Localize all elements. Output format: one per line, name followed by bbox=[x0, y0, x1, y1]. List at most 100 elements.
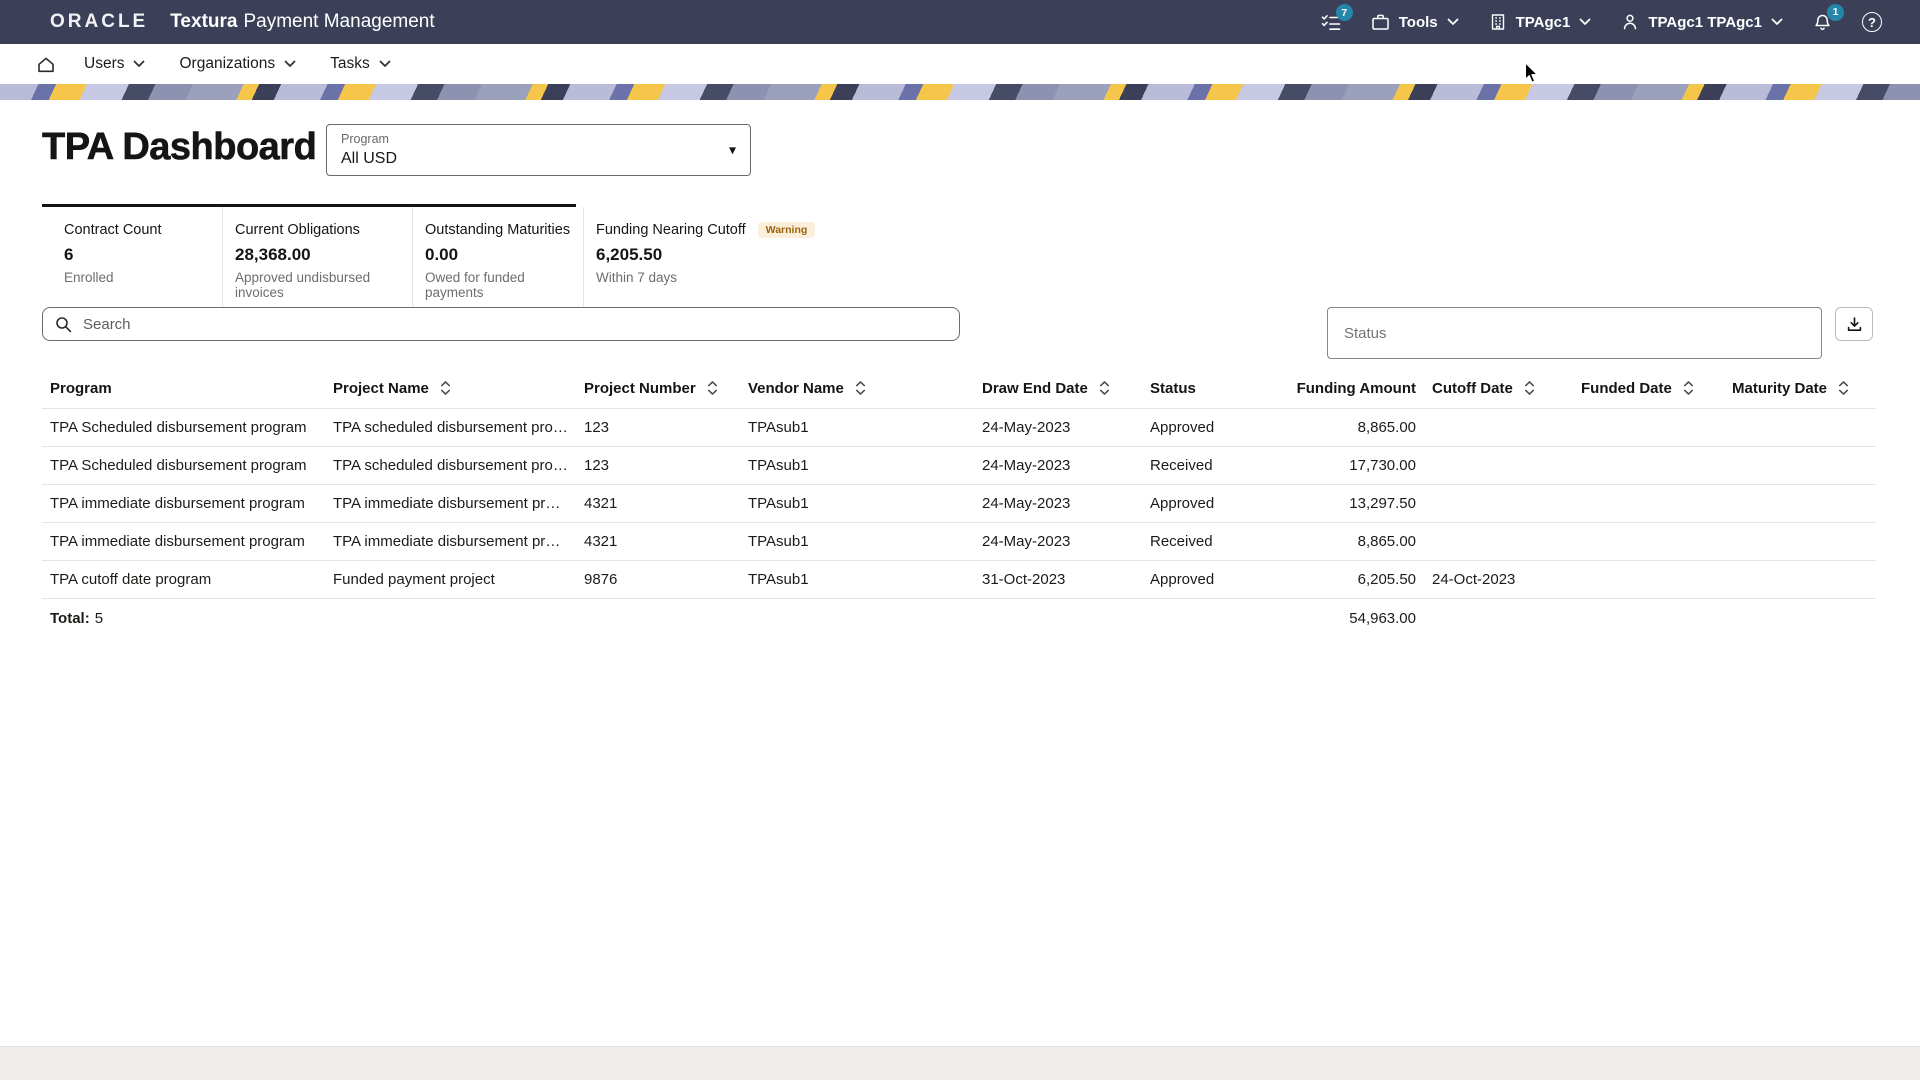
nav-item-label: Tasks bbox=[330, 55, 370, 73]
organization-menu[interactable]: TPAgc1 bbox=[1489, 13, 1592, 31]
cell-project-name: TPA immediate disbursement pro… bbox=[325, 495, 576, 512]
nav-item-users[interactable]: Users bbox=[84, 55, 145, 73]
cell-vendor-name: TPAsub1 bbox=[740, 457, 974, 474]
column-header-maturity-date[interactable]: Maturity Date bbox=[1724, 380, 1876, 397]
help-icon: ? bbox=[1862, 12, 1882, 32]
notifications-button[interactable]: 1 bbox=[1813, 13, 1832, 32]
stat-sublabel: Owed for funded payments bbox=[425, 270, 583, 300]
app-title-rest: Payment Management bbox=[243, 11, 434, 33]
user-menu[interactable]: TPAgc1 TPAgc1 bbox=[1621, 13, 1783, 31]
column-label: Project Number bbox=[584, 380, 696, 397]
stat-value: 0.00 bbox=[425, 245, 583, 265]
tasklist-button[interactable]: 7 bbox=[1321, 13, 1341, 31]
help-button[interactable]: ? bbox=[1862, 12, 1882, 32]
stats-row: Contract Count6EnrolledCurrent Obligatio… bbox=[42, 207, 883, 314]
user-label: TPAgc1 TPAgc1 bbox=[1648, 14, 1762, 31]
nav-item-tasks[interactable]: Tasks bbox=[330, 55, 391, 73]
sort-icon bbox=[707, 380, 718, 396]
tools-menu[interactable]: Tools bbox=[1371, 13, 1459, 31]
stat-sublabel: Enrolled bbox=[64, 270, 222, 285]
table-row: TPA cutoff date programFunded payment pr… bbox=[42, 560, 1876, 598]
cell-funding-amount: 8,865.00 bbox=[1290, 419, 1424, 436]
cell-project-number: 4321 bbox=[576, 533, 740, 550]
cell-project-name: TPA immediate disbursement pro… bbox=[325, 533, 576, 550]
program-select[interactable]: Program All USD ▾ bbox=[326, 124, 751, 176]
cell-status: Received bbox=[1142, 457, 1290, 474]
search-icon bbox=[55, 316, 72, 333]
cell-project-number: 4321 bbox=[576, 495, 740, 512]
table-row: TPA Scheduled disbursement programTPA sc… bbox=[42, 446, 1876, 484]
cell-status: Approved bbox=[1142, 571, 1290, 588]
column-header-cutoff-date[interactable]: Cutoff Date bbox=[1424, 380, 1573, 397]
cell-funding-amount: 13,297.50 bbox=[1290, 495, 1424, 512]
oracle-logo: ORACLE bbox=[50, 11, 148, 33]
column-label: Funded Date bbox=[1581, 380, 1672, 397]
cell-vendor-name: TPAsub1 bbox=[740, 495, 974, 512]
column-header-vendor-name[interactable]: Vendor Name bbox=[740, 380, 974, 397]
column-label: Cutoff Date bbox=[1432, 380, 1513, 397]
stat-label: Funding Nearing Cutoff bbox=[596, 222, 746, 238]
home-icon bbox=[36, 55, 56, 74]
search-box[interactable] bbox=[42, 307, 960, 341]
briefcase-icon bbox=[1371, 13, 1390, 31]
export-button[interactable] bbox=[1835, 307, 1873, 341]
column-header-project-name[interactable]: Project Name bbox=[325, 380, 576, 397]
column-label: Maturity Date bbox=[1732, 380, 1827, 397]
cell-program: TPA immediate disbursement program bbox=[42, 495, 325, 512]
download-icon bbox=[1846, 316, 1863, 333]
nav-item-organizations[interactable]: Organizations bbox=[179, 55, 296, 73]
cell-project-name: TPA scheduled disbursement proj… bbox=[325, 457, 576, 474]
search-input[interactable] bbox=[81, 315, 947, 334]
building-icon bbox=[1489, 13, 1507, 31]
app-title-bold: Textura bbox=[170, 11, 237, 33]
nav-items: Users Organizations Tasks bbox=[84, 55, 391, 73]
tasklist-badge: 7 bbox=[1336, 4, 1353, 21]
column-header-funded-date[interactable]: Funded Date bbox=[1573, 380, 1724, 397]
main-nav: Users Organizations Tasks bbox=[0, 44, 1920, 84]
chevron-down-icon bbox=[379, 60, 391, 68]
stat-outstanding-maturities: Outstanding Maturities0.00Owed for funde… bbox=[412, 207, 583, 314]
column-header-draw-end-date[interactable]: Draw End Date bbox=[974, 380, 1142, 397]
cell-status: Received bbox=[1142, 533, 1290, 550]
app-title: Textura Payment Management bbox=[170, 11, 434, 33]
status-input[interactable] bbox=[1342, 324, 1807, 343]
dropdown-arrow-icon: ▾ bbox=[729, 142, 736, 159]
person-icon bbox=[1621, 13, 1639, 31]
cell-vendor-name: TPAsub1 bbox=[740, 533, 974, 550]
column-label: Project Name bbox=[333, 380, 429, 397]
cell-draw-end-date: 24-May-2023 bbox=[974, 419, 1142, 436]
column-header-funding-amount: Funding Amount bbox=[1290, 380, 1424, 397]
stat-contract-count: Contract Count6Enrolled bbox=[42, 207, 222, 314]
chevron-down-icon bbox=[1771, 18, 1783, 26]
chevron-down-icon bbox=[1579, 18, 1591, 26]
organization-label: TPAgc1 bbox=[1516, 14, 1571, 31]
app-header: ORACLE Textura Payment Management 7 Tool… bbox=[0, 0, 1920, 44]
stat-value: 6,205.50 bbox=[596, 245, 883, 265]
cell-draw-end-date: 24-May-2023 bbox=[974, 495, 1142, 512]
cell-program: TPA Scheduled disbursement program bbox=[42, 457, 325, 474]
cell-funding-amount: 6,205.50 bbox=[1290, 571, 1424, 588]
stat-label: Contract Count bbox=[64, 222, 162, 238]
table-row: TPA immediate disbursement programTPA im… bbox=[42, 484, 1876, 522]
page-footer bbox=[0, 1046, 1920, 1080]
stat-current-obligations: Current Obligations28,368.00Approved und… bbox=[222, 207, 412, 314]
tools-label: Tools bbox=[1399, 14, 1438, 31]
total-label: Total: bbox=[50, 610, 90, 627]
cell-project-number: 9876 bbox=[576, 571, 740, 588]
cell-project-name: TPA scheduled disbursement proj… bbox=[325, 419, 576, 436]
cell-project-number: 123 bbox=[576, 457, 740, 474]
column-header-project-number[interactable]: Project Number bbox=[576, 380, 740, 397]
cell-draw-end-date: 24-May-2023 bbox=[974, 533, 1142, 550]
cell-project-number: 123 bbox=[576, 419, 740, 436]
stat-sublabel: Approved undisbursed invoices bbox=[235, 270, 412, 300]
cell-vendor-name: TPAsub1 bbox=[740, 419, 974, 436]
chevron-down-icon bbox=[133, 60, 145, 68]
status-filter[interactable] bbox=[1327, 307, 1822, 359]
home-button[interactable] bbox=[36, 55, 56, 74]
column-header-status: Status bbox=[1142, 380, 1290, 397]
stat-funding-nearing-cutoff: Funding Nearing CutoffWarning6,205.50Wit… bbox=[583, 207, 883, 314]
sort-icon bbox=[440, 380, 451, 396]
table-row: TPA immediate disbursement programTPA im… bbox=[42, 522, 1876, 560]
column-label: Program bbox=[50, 380, 112, 397]
nav-item-label: Users bbox=[84, 55, 124, 73]
